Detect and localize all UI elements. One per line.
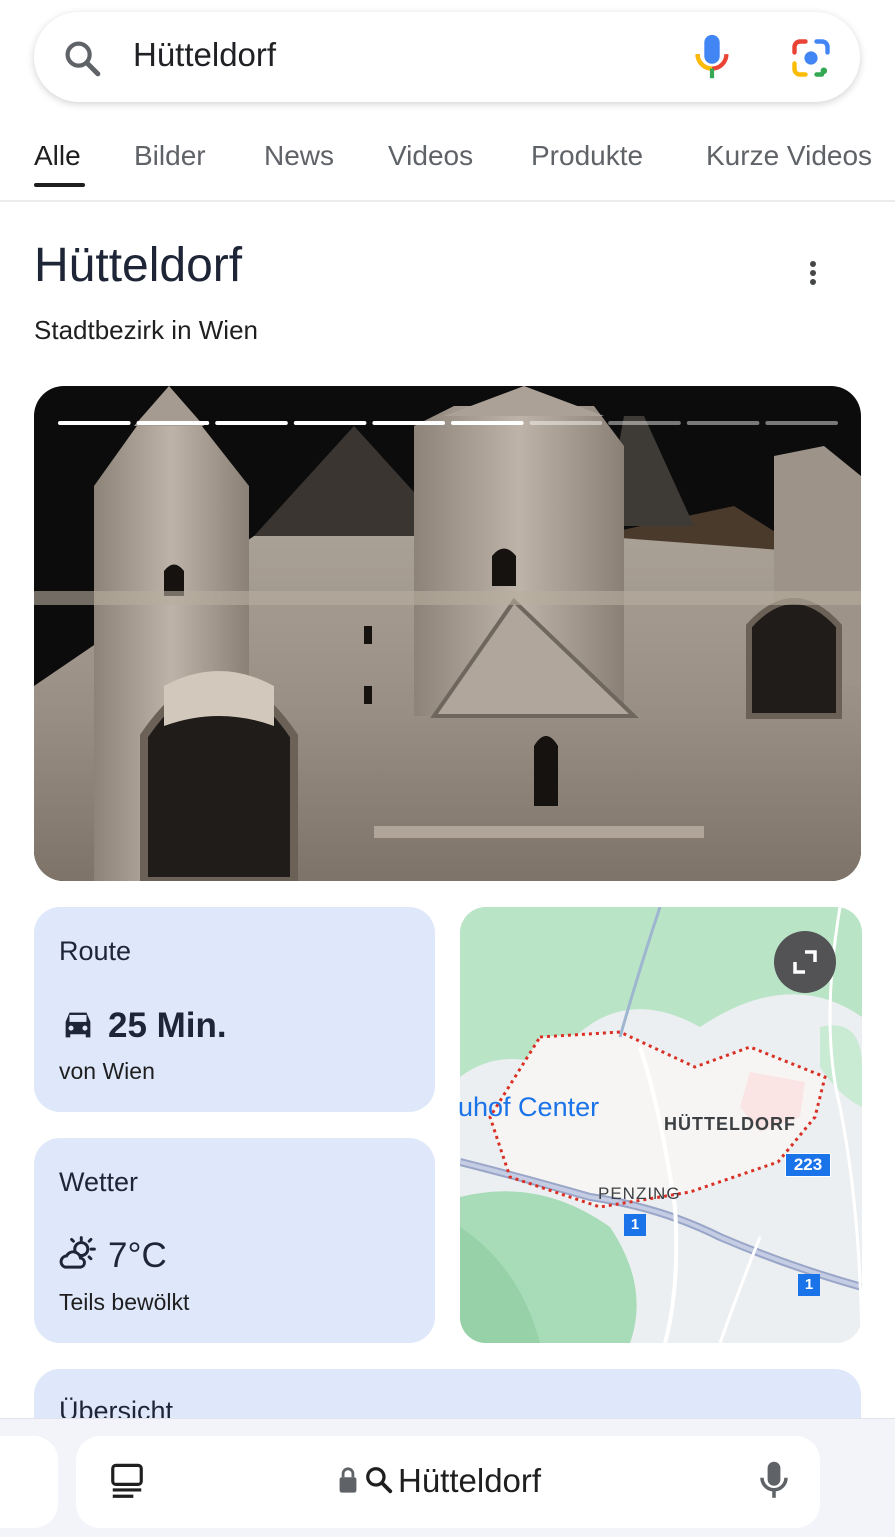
gallery-progress-segment	[293, 421, 367, 425]
tab-produkte[interactable]: Produkte	[531, 140, 643, 172]
tab-bilder[interactable]: Bilder	[134, 140, 206, 172]
active-tab-indicator	[34, 183, 85, 187]
gallery-progress-segment	[372, 421, 445, 425]
lens-camera-icon[interactable]	[789, 36, 833, 80]
gallery-progress-segment	[215, 421, 288, 425]
map-label-center: uhof Center	[458, 1092, 600, 1122]
road-shield-1: 1	[624, 1214, 646, 1236]
tabs-switcher-icon[interactable]	[108, 1462, 146, 1502]
search-input[interactable]: Hütteldorf	[133, 36, 276, 74]
road-shield-223: 223	[785, 1153, 831, 1177]
map-label-district: HÜTTELDORF	[664, 1114, 796, 1134]
road-shield-1-east: 1	[798, 1274, 820, 1296]
expand-icon	[793, 950, 817, 974]
place-photo[interactable]	[34, 386, 861, 881]
gallery-progress-segment	[529, 421, 603, 425]
route-duration: 25 Min.	[108, 1006, 227, 1045]
voice-search-icon[interactable]	[758, 1460, 790, 1502]
microphone-icon[interactable]	[692, 33, 732, 83]
divider	[0, 200, 895, 202]
more-options-icon[interactable]	[800, 258, 826, 290]
tab-videos[interactable]: Videos	[388, 140, 473, 172]
gallery-progress-segment	[136, 421, 210, 425]
cathedral-illustration	[34, 386, 861, 881]
gallery-progress-segment	[765, 421, 838, 425]
gallery-progress-segment	[58, 421, 131, 425]
partly-cloudy-icon	[59, 1236, 96, 1269]
tab-news[interactable]: News	[264, 140, 334, 172]
weather-condition: Teils bewölkt	[59, 1289, 190, 1315]
map-label-penzing: PENZING	[598, 1184, 681, 1203]
gallery-progress-segment	[451, 421, 524, 425]
address-text[interactable]: Hütteldorf	[398, 1462, 541, 1500]
address-search-icon	[366, 1467, 393, 1494]
expand-map-button[interactable]	[774, 931, 836, 993]
route-origin: von Wien	[59, 1058, 155, 1084]
gallery-progress-segment	[608, 421, 681, 425]
search-icon	[65, 41, 101, 77]
lock-icon	[339, 1467, 357, 1493]
gallery-progress	[58, 412, 838, 425]
page-title: Hütteldorf	[34, 239, 243, 292]
weather-temperature: 7°C	[108, 1236, 167, 1275]
route-title: Route	[59, 936, 132, 966]
page-subtitle: Stadtbezirk in Wien	[34, 315, 258, 345]
weather-title: Wetter	[59, 1167, 139, 1197]
tab-alle[interactable]: Alle	[34, 140, 81, 172]
tab-kurze-videos[interactable]: Kurze Videos	[706, 140, 895, 172]
car-icon	[65, 1012, 91, 1038]
gallery-progress-segment	[686, 421, 760, 425]
previous-tab-edge[interactable]	[0, 1436, 58, 1528]
